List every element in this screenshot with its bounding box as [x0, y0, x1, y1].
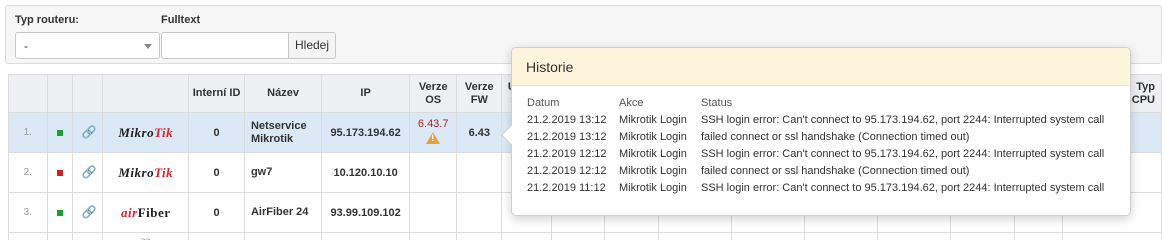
os-version [409, 152, 458, 193]
brand-logo-mikrotik: MikroTik [102, 112, 190, 153]
history-header-row: Datum Akce Status [527, 95, 1114, 111]
col-internal-id[interactable]: Interní ID [188, 74, 245, 113]
history-col-date: Datum [527, 97, 560, 109]
fulltext-label: Fulltext [161, 14, 201, 26]
router-name: AirFiber 24 [243, 192, 323, 233]
table-row[interactable]: ~~ [8, 232, 1162, 240]
chevron-down-icon [144, 44, 152, 49]
brand-logo-mikrotik: MikroTik [102, 152, 190, 193]
warning-icon [426, 132, 441, 144]
history-table: Datum Akce Status 21.2.2019 13:12 Mikroti… [527, 95, 1114, 196]
status-indicator [46, 192, 74, 233]
col-link [72, 74, 104, 113]
internal-id: 0 [188, 152, 245, 193]
fw-version [456, 152, 503, 193]
internal-id: 0 [188, 192, 245, 233]
router-ip: 10.120.10.10 [321, 152, 411, 193]
os-version: 6.43.7 [409, 112, 458, 153]
status-indicator [46, 112, 74, 153]
history-popover: Historie Datum Akce Status 21.2.2019 13:… [501, 47, 1131, 216]
col-os-version[interactable]: Verze OS [409, 74, 458, 113]
history-row: 21.2.2019 12:12 Mikrotik Login SSH login e… [527, 147, 1105, 160]
link-icon[interactable]: 🔗 [72, 112, 104, 153]
brand-logo-airfiber: airFiber [102, 192, 190, 233]
history-col-action: Akce [619, 97, 644, 109]
router-name: gw7 [243, 152, 323, 193]
row-number: 3. [8, 192, 48, 233]
router-name: Netservice Mikrotik [243, 112, 323, 153]
history-row: 21.2.2019 12:12 Mikrotik Login failed conn… [527, 164, 970, 177]
col-name[interactable]: Název [243, 74, 323, 113]
fulltext-input[interactable] [161, 32, 289, 59]
history-row: 21.2.2019 13:12 Mikrotik Login SSH login e… [527, 113, 1105, 126]
col-status [46, 74, 74, 113]
history-row: 21.2.2019 13:12 Mikrotik Login failed conn… [527, 130, 970, 143]
router-type-selected-value: - [24, 39, 28, 53]
router-ip: 95.173.194.62 [321, 112, 411, 153]
col-number [8, 74, 48, 113]
router-ip: 93.99.109.102 [321, 192, 411, 233]
fw-version [456, 192, 503, 233]
col-brand [102, 74, 190, 113]
row-number: 2. [8, 152, 48, 193]
fw-version: 6.43 [456, 112, 503, 153]
os-version [409, 192, 458, 233]
internal-id: 0 [188, 112, 245, 153]
col-fw-version[interactable]: Verze FW [456, 74, 503, 113]
link-icon[interactable]: 🔗 [72, 192, 104, 233]
row-number: 1. [8, 112, 48, 153]
popover-title: Historie [512, 48, 1130, 86]
history-col-status: Status [701, 97, 733, 109]
status-indicator [46, 152, 74, 193]
router-type-label: Typ routeru: [15, 14, 79, 26]
col-ip[interactable]: IP [321, 74, 411, 113]
router-type-select[interactable]: - [15, 32, 160, 59]
brand-logo-partial: ~~ [102, 232, 190, 240]
search-button[interactable]: Hledej [288, 32, 336, 59]
history-row: 21.2.2019 11:12 Mikrotik Login SSH login e… [527, 181, 1105, 194]
link-icon[interactable]: 🔗 [72, 152, 104, 193]
